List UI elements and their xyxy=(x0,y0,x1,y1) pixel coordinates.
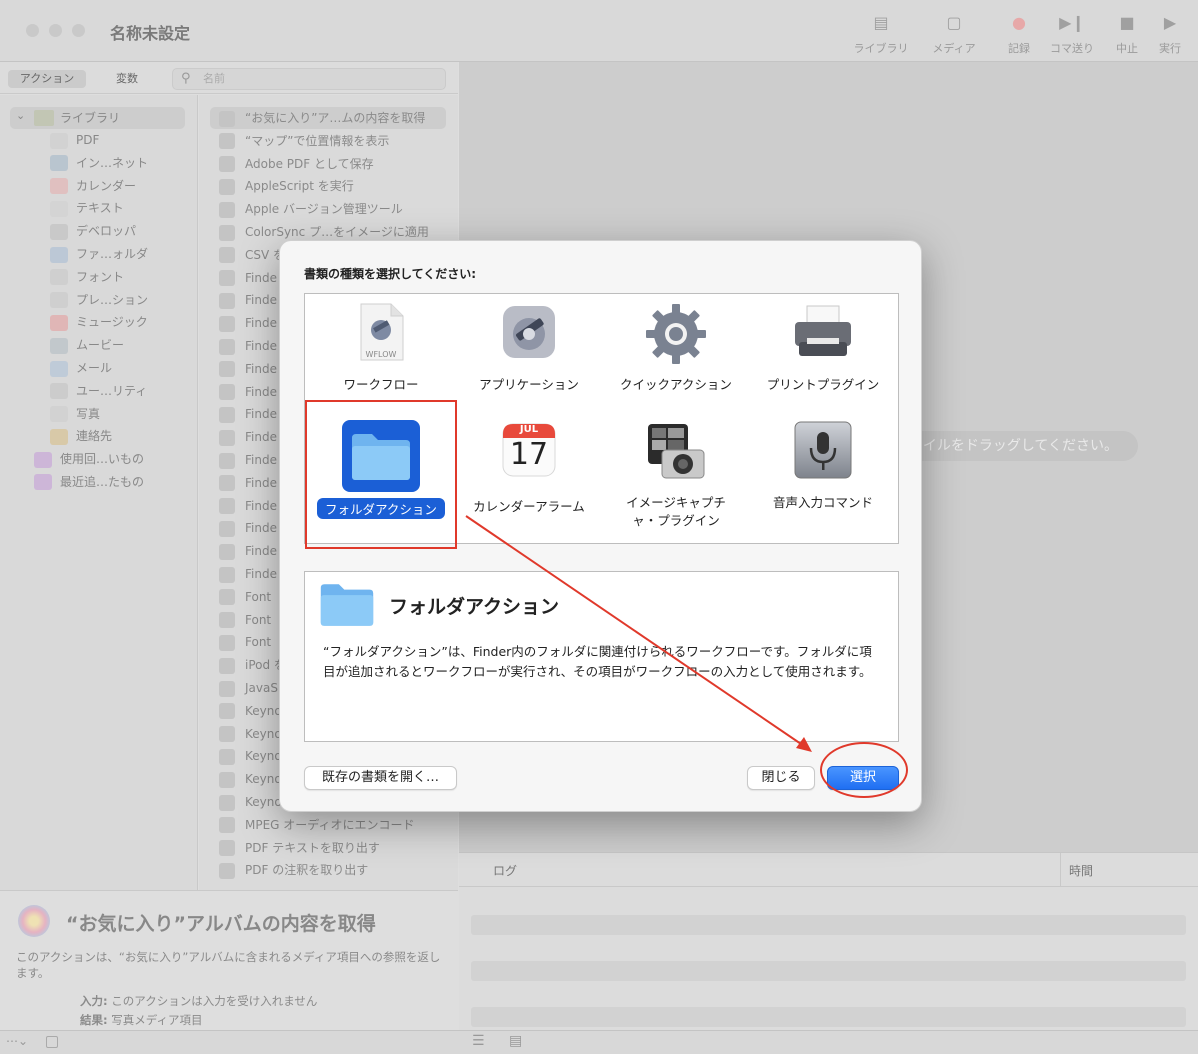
annotation-arrow xyxy=(465,515,812,752)
